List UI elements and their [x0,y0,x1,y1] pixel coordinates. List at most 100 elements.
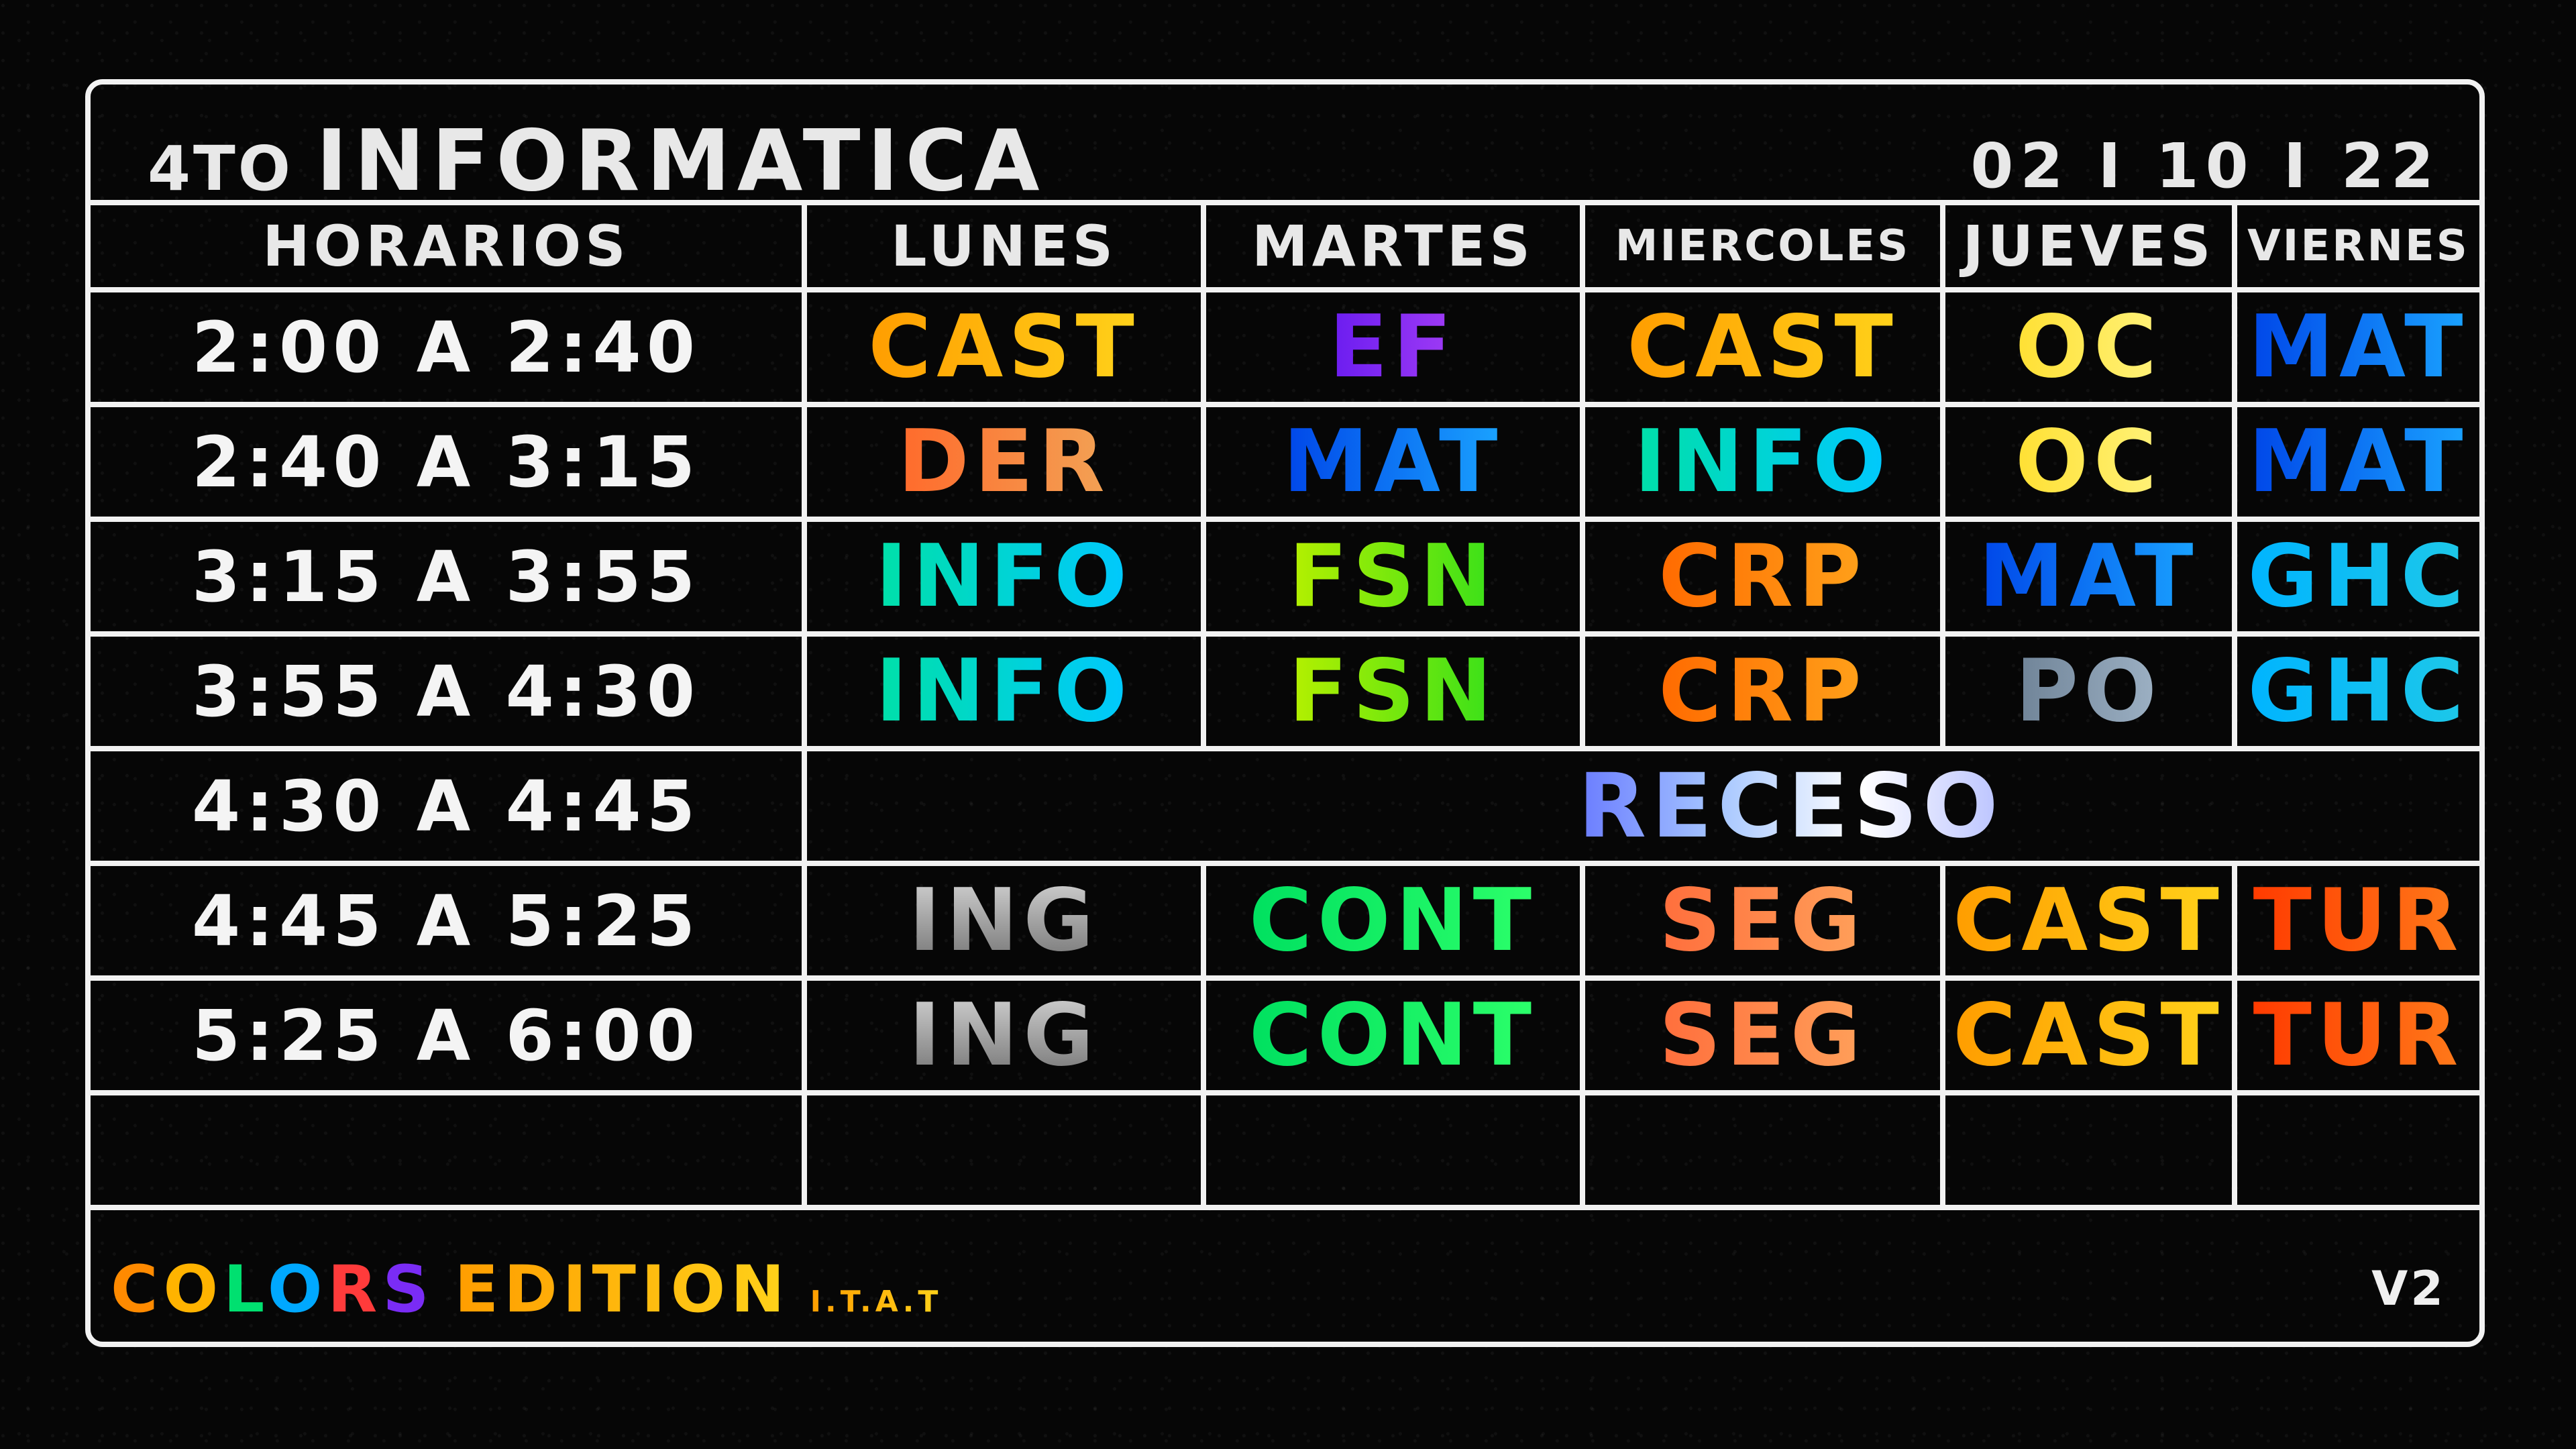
subject-cell: EF [1201,287,1585,407]
subject-cell: INFO [1580,402,1945,522]
table-row: 5:25 A 6:00 ING CONT SEG CAST TUR [91,975,2479,1095]
version-label: V2 [2371,1261,2446,1316]
colors-letter: C [111,1252,164,1327]
subject-label: MAT [1283,412,1503,512]
subject-label: CRP [1658,527,1867,627]
subject-cell: TUR [2232,861,2479,981]
colors-word: COLORS [111,1252,434,1327]
subject-label: INFO [875,527,1132,627]
table-row-empty [91,1090,2479,1210]
subject-label: SEG [1659,985,1866,1085]
subject-cell: PO [1940,631,2237,751]
subject-label: OC [2015,412,2162,512]
table-row-recess: 4:30 A 4:45 RECESO [91,746,2479,866]
subject-label: CONT [1248,871,1538,971]
table-row: 2:00 A 2:40 CAST EF CAST OC MAT [91,287,2479,407]
colors-letter: L [223,1252,268,1327]
subject-label: INFO [875,641,1132,741]
subject-label: DER [898,412,1110,512]
table-row: 3:55 A 4:30 INFO FSN CRP PO GHC [91,631,2479,751]
subject-cell: CAST [1940,975,2237,1095]
subject-label: TUR [2253,985,2464,1085]
table-row: 3:15 A 3:55 INFO FSN CRP MAT GHC [91,517,2479,637]
subject-label: GHC [2247,527,2469,627]
subject-label: ING [908,985,1099,1085]
subject-cell: TUR [2232,975,2479,1095]
subject-cell: MAT [2232,402,2479,522]
subject-label: CAST [1627,297,1898,397]
subject-cell: CONT [1201,975,1585,1095]
recess-cell: RECESO [802,746,2479,866]
subject-label: OC [2015,297,2162,397]
subject-cell: OC [1940,402,2237,522]
empty-cell [1940,1090,2237,1210]
subject-label: EF [1329,297,1457,397]
colors-letter: O [267,1252,328,1327]
time-cell: 3:55 A 4:30 [91,631,807,751]
time-cell: 2:00 A 2:40 [91,287,807,407]
subject-label: CAST [1953,985,2224,1085]
page-title: 4TO INFORMATICA [148,111,1046,210]
course-title: INFORMATICA [315,111,1046,210]
subject-cell: CAST [1580,287,1945,407]
subject-cell: INFO [802,631,1206,751]
subject-cell: CONT [1201,861,1585,981]
subject-cell: GHC [2232,517,2479,637]
subject-label: MAT [2248,412,2469,512]
column-header-viernes: VIERNES [2232,200,2479,292]
subject-label: MAT [2248,297,2469,397]
subject-cell: GHC [2232,631,2479,751]
subject-cell: OC [1940,287,2237,407]
empty-cell [91,1090,807,1210]
subject-cell: CAST [1940,861,2237,981]
time-cell: 3:15 A 3:55 [91,517,807,637]
subject-cell: ING [802,861,1206,981]
empty-cell [1201,1090,1585,1210]
table-row: 4:45 A 5:25 ING CONT SEG CAST TUR [91,861,2479,981]
subject-label: CAST [868,297,1140,397]
subject-label: FSN [1289,527,1497,627]
table-row: 2:40 A 3:15 DER MAT INFO OC MAT [91,402,2479,522]
column-header-jueves: JUEVES [1940,200,2237,292]
time-cell: 4:30 A 4:45 [91,746,807,866]
subject-label: SEG [1659,871,1866,971]
subject-cell: DER [802,402,1206,522]
column-header-martes: MARTES [1201,200,1585,292]
subject-cell: ING [802,975,1206,1095]
subject-label: CAST [1953,871,2224,971]
column-header-miercoles: MIERCOLES [1580,200,1945,292]
subject-label: PO [2015,641,2162,741]
column-header-horarios: HORARIOS [91,200,807,292]
subject-label: TUR [2253,871,2464,971]
date-label: 02 I 10 I 22 [1970,130,2440,202]
subject-cell: CRP [1580,631,1945,751]
subject-cell: CRP [1580,517,1945,637]
empty-cell [2232,1090,2479,1210]
subject-cell: MAT [1201,402,1585,522]
subject-label: INFO [1634,412,1891,512]
subject-label: MAT [1978,527,2199,627]
colors-letter: S [382,1252,435,1327]
subject-cell: CAST [802,287,1206,407]
time-cell: 5:25 A 6:00 [91,975,807,1095]
empty-cell [802,1090,1206,1210]
subject-cell: SEG [1580,975,1945,1095]
edition-word: EDITION [454,1252,790,1327]
column-header-lunes: LUNES [802,200,1206,292]
time-cell: 2:40 A 3:15 [91,402,807,522]
subject-cell: MAT [1940,517,2237,637]
subject-label: GHC [2247,641,2469,741]
schedule-board: 4TO INFORMATICA 02 I 10 I 22 HORARIOS LU… [85,79,2485,1347]
time-cell: 4:45 A 5:25 [91,861,807,981]
empty-cell [1580,1090,1945,1210]
footer-edition-label: COLORS EDITION I.T.A.T [111,1252,942,1327]
subject-label: FSN [1289,641,1497,741]
recess-label: RECESO [1578,754,2004,858]
subject-cell: FSN [1201,517,1585,637]
colors-letter: O [163,1252,224,1327]
grade-label: 4TO [148,133,293,205]
subject-label: CRP [1658,641,1867,741]
colors-letter: R [327,1252,383,1327]
subject-cell: FSN [1201,631,1585,751]
institution-label: I.T.A.T [810,1285,943,1319]
